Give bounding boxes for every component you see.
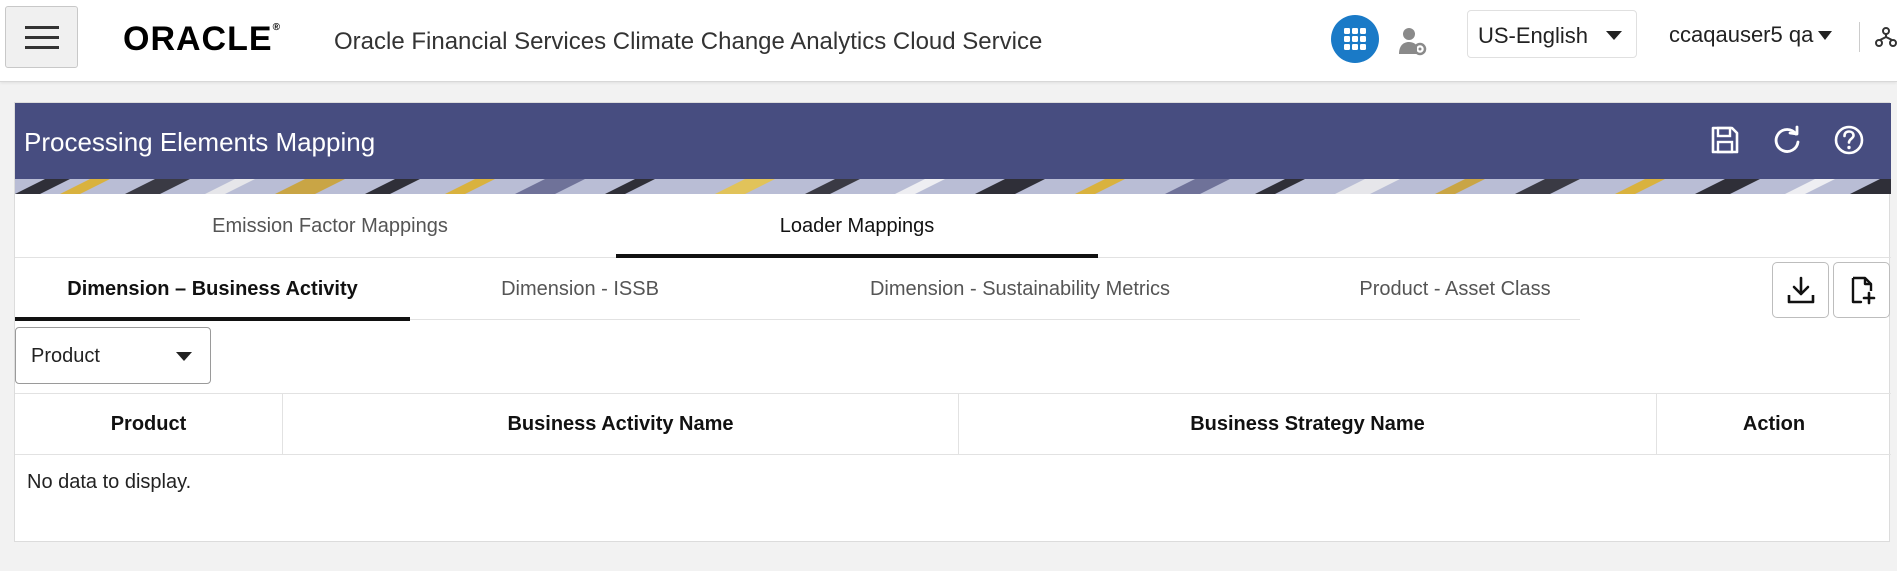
tab-dimension-issb[interactable]: Dimension - ISSB (485, 258, 675, 320)
save-icon[interactable] (1708, 123, 1742, 157)
table-header: Product Business Activity Name Business … (15, 393, 1891, 455)
empty-table-message: No data to display. (27, 471, 192, 493)
chevron-down-icon (1606, 31, 1622, 40)
oracle-logo: ORACLE® (123, 20, 281, 58)
hamburger-menu-button[interactable] (5, 6, 78, 68)
apps-button[interactable] (1331, 15, 1379, 63)
product-filter-select[interactable]: Product (15, 327, 211, 384)
column-header-business-activity-name[interactable]: Business Activity Name (283, 394, 959, 455)
chevron-down-icon[interactable] (1818, 31, 1832, 40)
main-panel: Processing Elements Mapping Emission Fac… (14, 102, 1891, 542)
hamburger-icon (24, 25, 59, 29)
decorative-banner (15, 179, 1891, 194)
column-header-product[interactable]: Product (15, 394, 283, 455)
tab-loader-mappings[interactable]: Loader Mappings (616, 194, 1098, 258)
add-file-button[interactable] (1833, 262, 1890, 318)
language-select[interactable]: US-English (1467, 10, 1637, 58)
apps-grid-icon (1344, 28, 1366, 50)
page-title: Processing Elements Mapping (24, 127, 376, 157)
tab-dimension-sustainability-metrics[interactable]: Dimension - Sustainability Metrics (840, 258, 1200, 320)
filter-value: Product (31, 345, 100, 367)
panel-header: Processing Elements Mapping (15, 103, 1891, 179)
top-header: ORACLE® Oracle Financial Services Climat… (0, 0, 1897, 82)
hierarchy-icon[interactable] (1875, 26, 1897, 48)
download-icon (1787, 276, 1814, 304)
help-icon[interactable] (1832, 123, 1866, 157)
tab-dimension-business-activity[interactable]: Dimension – Business Activity (15, 258, 410, 321)
tab-emission-factor-mappings[interactable]: Emission Factor Mappings (115, 194, 545, 258)
refresh-icon[interactable] (1770, 123, 1804, 157)
secondary-tabs: Dimension – Business Activity Dimension … (15, 258, 1580, 321)
primary-tabs: Emission Factor Mappings Loader Mappings (15, 194, 1891, 258)
new-file-icon (1851, 276, 1875, 305)
chevron-down-icon (176, 352, 192, 361)
download-button[interactable] (1772, 262, 1829, 318)
app-title: Oracle Financial Services Climate Change… (334, 28, 1043, 55)
column-header-business-strategy-name[interactable]: Business Strategy Name (959, 394, 1657, 455)
divider (1859, 22, 1860, 52)
language-value: US-English (1478, 23, 1589, 48)
user-admin-icon[interactable] (1397, 26, 1427, 56)
column-header-action: Action (1742, 413, 1806, 435)
tab-product-asset-class[interactable]: Product - Asset Class (1335, 258, 1575, 320)
user-menu[interactable]: ccaqauser5 qa (1669, 22, 1813, 48)
